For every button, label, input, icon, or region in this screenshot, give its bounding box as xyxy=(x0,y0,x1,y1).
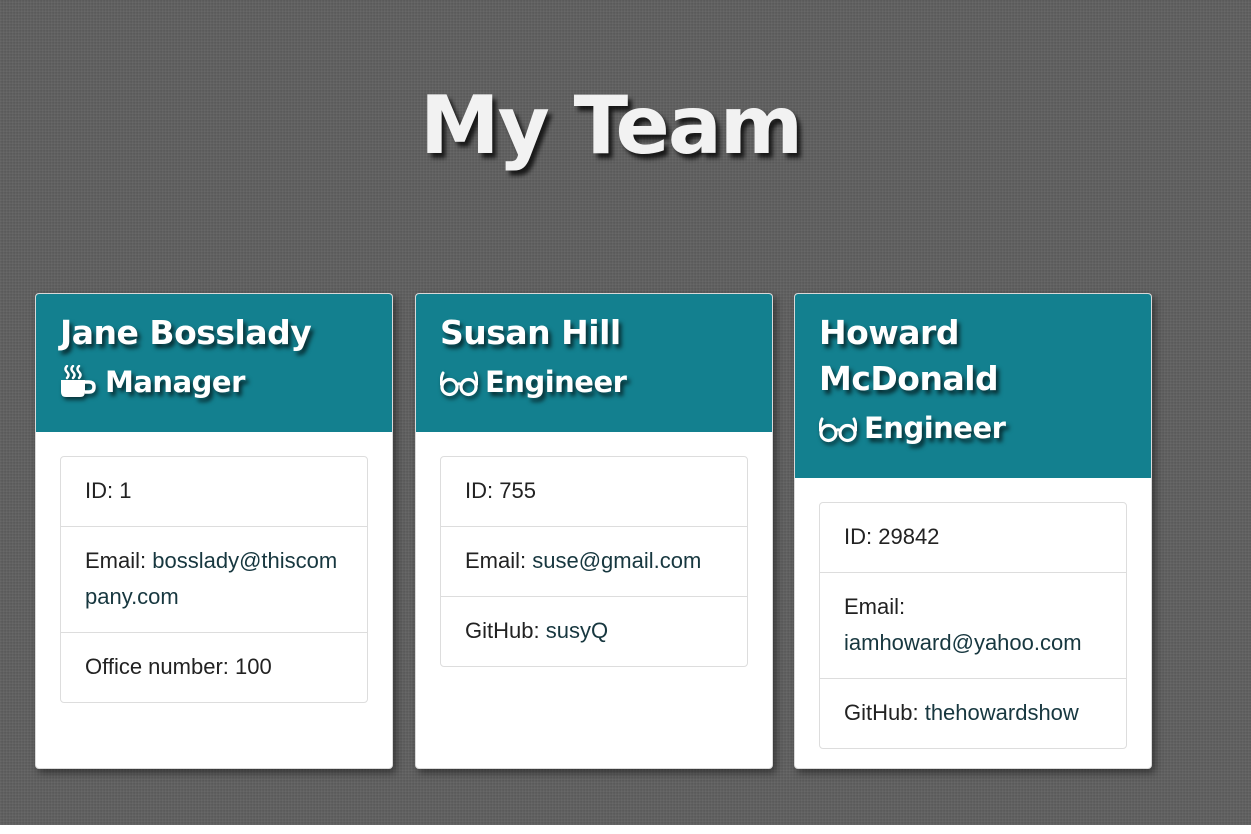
employee-info-list: ID: 29842 Email: iamhoward@yahoo.com Git… xyxy=(819,502,1127,749)
card-header: Howard McDonald Engineer xyxy=(795,294,1151,478)
email-link[interactable]: suse@gmail.com xyxy=(532,548,701,573)
email-link[interactable]: iamhoward@yahoo.com xyxy=(844,630,1082,655)
employee-role: Engineer xyxy=(440,362,748,402)
employee-role: Manager xyxy=(60,362,368,402)
id-value: 29842 xyxy=(878,524,940,549)
email-label: Email: xyxy=(465,548,533,573)
employee-id: ID: 1 xyxy=(61,457,367,527)
office-number-label: Office number: xyxy=(85,654,235,679)
employee-id: ID: 755 xyxy=(441,457,747,527)
employee-github: GitHub: thehowardshow xyxy=(820,679,1126,748)
id-value: 755 xyxy=(499,478,536,503)
glasses-icon xyxy=(440,362,478,402)
github-link[interactable]: susyQ xyxy=(546,618,608,643)
card-header: Jane Bosslady Manager xyxy=(36,294,392,432)
id-label: ID: xyxy=(85,478,120,503)
github-link[interactable]: thehowardshow xyxy=(925,700,1079,725)
card-body: ID: 1 Email: bosslady@thiscompany.com Of… xyxy=(36,432,392,727)
employee-info-list: ID: 755 Email: suse@gmail.com GitHub: su… xyxy=(440,456,748,667)
employee-name: Howard McDonald xyxy=(819,313,999,398)
github-label: GitHub: xyxy=(465,618,546,643)
page-title: My Team xyxy=(420,79,803,172)
email-label: Email: xyxy=(85,548,153,573)
employee-role-label: Manager xyxy=(105,365,245,399)
employee-info-list: ID: 1 Email: bosslady@thiscompany.com Of… xyxy=(60,456,368,703)
employee-email: Email: bosslady@thiscompany.com xyxy=(61,527,367,633)
employee-card-manager: Jane Bosslady Manager ID: 1 Email: bossl… xyxy=(35,293,393,769)
page-bottom-strip xyxy=(0,825,1251,834)
employee-name: Susan Hill xyxy=(440,313,621,352)
employee-email: Email: suse@gmail.com xyxy=(441,527,747,597)
employee-role-label: Engineer xyxy=(864,411,1006,445)
id-label: ID: xyxy=(465,478,500,503)
card-body: ID: 755 Email: suse@gmail.com GitHub: su… xyxy=(416,432,772,691)
card-header: Susan Hill Engineer xyxy=(416,294,772,432)
employee-role: Engineer xyxy=(819,408,1127,448)
employee-card-engineer: Susan Hill Engineer ID: 755 Email: suse@… xyxy=(415,293,773,769)
card-body: ID: 29842 Email: iamhoward@yahoo.com Git… xyxy=(795,478,1151,768)
github-label: GitHub: xyxy=(844,700,925,725)
employee-office-number: Office number: 100 xyxy=(61,633,367,702)
email-label: Email: xyxy=(844,594,906,619)
office-number-value: 100 xyxy=(235,654,272,679)
employee-role-label: Engineer xyxy=(485,365,627,399)
employee-name: Jane Bosslady xyxy=(60,313,312,352)
coffee-mug-icon xyxy=(60,362,98,402)
glasses-icon xyxy=(819,408,857,448)
employee-card-engineer: Howard McDonald Engineer ID: 29842 Email… xyxy=(794,293,1152,769)
employee-github: GitHub: susyQ xyxy=(441,597,747,666)
id-label: ID: xyxy=(844,524,879,549)
id-value: 1 xyxy=(119,478,132,503)
employee-id: ID: 29842 xyxy=(820,503,1126,573)
employee-email: Email: iamhoward@yahoo.com xyxy=(820,573,1126,679)
